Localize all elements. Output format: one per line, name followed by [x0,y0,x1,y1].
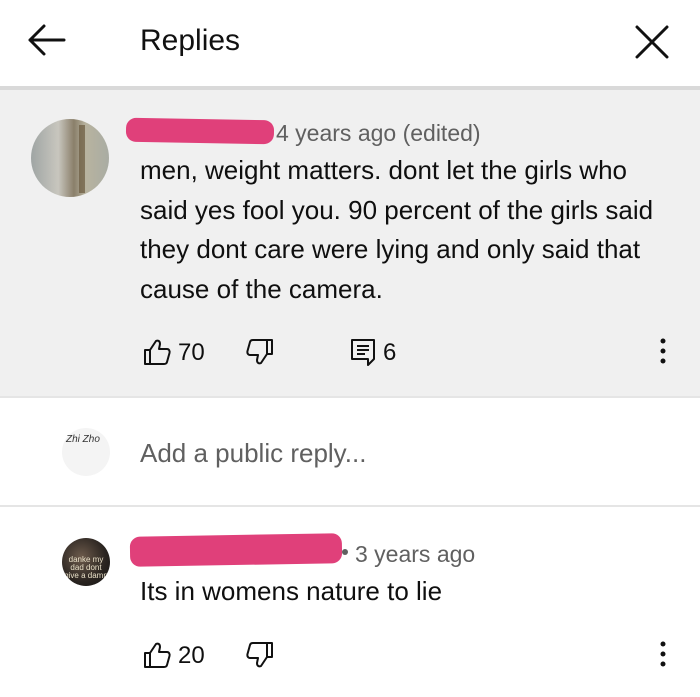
header-bar [0,0,700,86]
redacted-username [125,117,275,145]
redacted-username [129,533,343,567]
avatar[interactable] [31,119,109,197]
avatar-caption: danke my dad dont give a damn [64,555,108,580]
like-count: 20 [178,642,205,669]
comment-text: Its in womens nature to lie [140,576,443,606]
thumbs-up-icon[interactable] [142,337,172,367]
comment-timestamp: 4 years ago (edited) [276,120,481,146]
divider [0,505,700,507]
thumbs-down-icon[interactable] [245,640,275,670]
more-vert-icon[interactable] [653,639,673,669]
reply-count: 6 [383,339,397,366]
reply-icon[interactable] [348,337,378,367]
separator-dot [342,549,348,555]
avatar-signature: Zhi Zho [66,434,100,445]
avatar[interactable]: danke my dad dont give a damn [62,538,110,586]
like-count: 70 [178,339,205,366]
close-icon[interactable] [630,20,674,64]
more-vert-icon[interactable] [653,336,673,366]
thumbs-up-icon[interactable] [142,640,172,670]
divider [0,396,700,398]
comment-text: men, weight matters. dont let the girls … [140,155,654,304]
page-title: Replies [140,24,241,57]
arrow-left-icon[interactable] [24,20,68,60]
comment-timestamp: 3 years ago [355,541,476,567]
reply-input[interactable]: Add a public reply... [140,437,366,469]
thumbs-down-icon[interactable] [245,337,275,367]
